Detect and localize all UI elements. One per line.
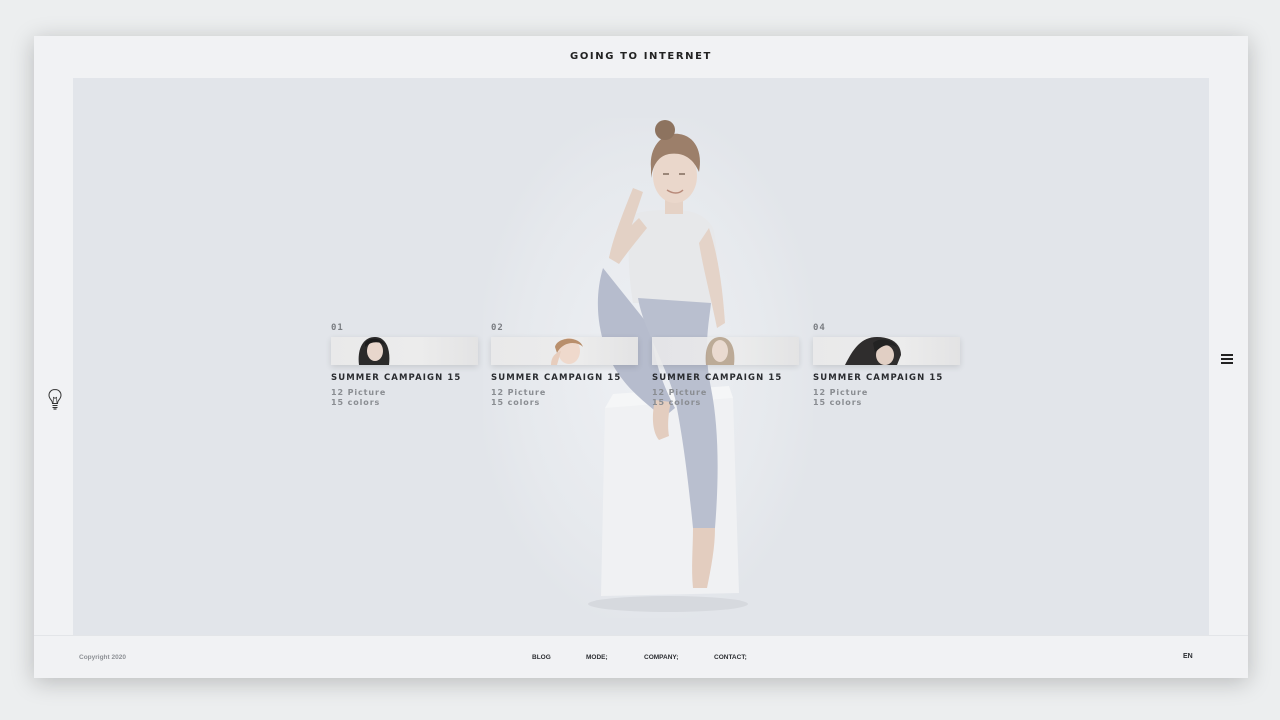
card-colors-count: 15 colors	[491, 398, 541, 407]
card-colors-count: 15 colors	[652, 398, 702, 407]
site-title[interactable]: GOING TO INTERNET	[34, 51, 1248, 62]
lightbulb-icon[interactable]	[47, 388, 63, 412]
footer-nav-contact[interactable]: CONTACT;	[714, 654, 747, 661]
card-title[interactable]: SUMMER CAMPAIGN 15	[491, 373, 638, 383]
card-title[interactable]: SUMMER CAMPAIGN 15	[652, 373, 799, 383]
card-pictures-count: 12 Picture	[813, 388, 869, 397]
footer: Copyright 2020 BLOG MODE; COMPANY; CONTA…	[34, 635, 1248, 679]
card-colors-count: 15 colors	[813, 398, 863, 407]
card-number	[652, 323, 799, 337]
card-thumbnail[interactable]	[652, 337, 799, 365]
card-number: 02	[491, 323, 504, 333]
language-switch[interactable]: EN	[1183, 653, 1193, 660]
card-title[interactable]: SUMMER CAMPAIGN 15	[813, 373, 960, 383]
campaign-cards: 01 SUMMER CAMPAIGN 15 12 Picture 15 colo…	[331, 323, 971, 423]
card-pictures-count: 12 Picture	[491, 388, 547, 397]
campaign-card-2[interactable]: 02 SUMMER CAMPAIGN 15 12 Picture 15 colo…	[491, 323, 638, 408]
hamburger-menu-icon[interactable]	[1220, 352, 1234, 366]
card-pictures-count: 12 Picture	[331, 388, 387, 397]
card-number: 04	[813, 323, 826, 333]
card-pictures-count: 12 Picture	[652, 388, 708, 397]
footer-nav-mode[interactable]: MODE;	[586, 654, 608, 661]
left-rail	[34, 78, 73, 635]
footer-nav-blog[interactable]: BLOG	[532, 654, 551, 661]
campaign-card-3[interactable]: SUMMER CAMPAIGN 15 12 Picture 15 colors	[652, 323, 799, 408]
card-title[interactable]: SUMMER CAMPAIGN 15	[331, 373, 478, 383]
card-colors-count: 15 colors	[331, 398, 381, 407]
page-frame: GOING TO INTERNET 01 SUMMER CAMPAIGN 15 …	[34, 36, 1248, 678]
card-thumbnail[interactable]	[331, 337, 478, 365]
campaign-card-4[interactable]: 04 SUMMER CAMPAIGN 15 12 Picture 15 colo…	[813, 323, 960, 408]
campaign-card-1[interactable]: 01 SUMMER CAMPAIGN 15 12 Picture 15 colo…	[331, 323, 478, 408]
hero-stage: 01 SUMMER CAMPAIGN 15 12 Picture 15 colo…	[73, 78, 1209, 635]
card-thumbnail[interactable]	[491, 337, 638, 365]
copyright-text: Copyright 2020	[79, 654, 126, 661]
footer-nav-company[interactable]: COMPANY;	[644, 654, 678, 661]
card-number: 01	[331, 323, 344, 333]
card-thumbnail[interactable]	[813, 337, 960, 365]
